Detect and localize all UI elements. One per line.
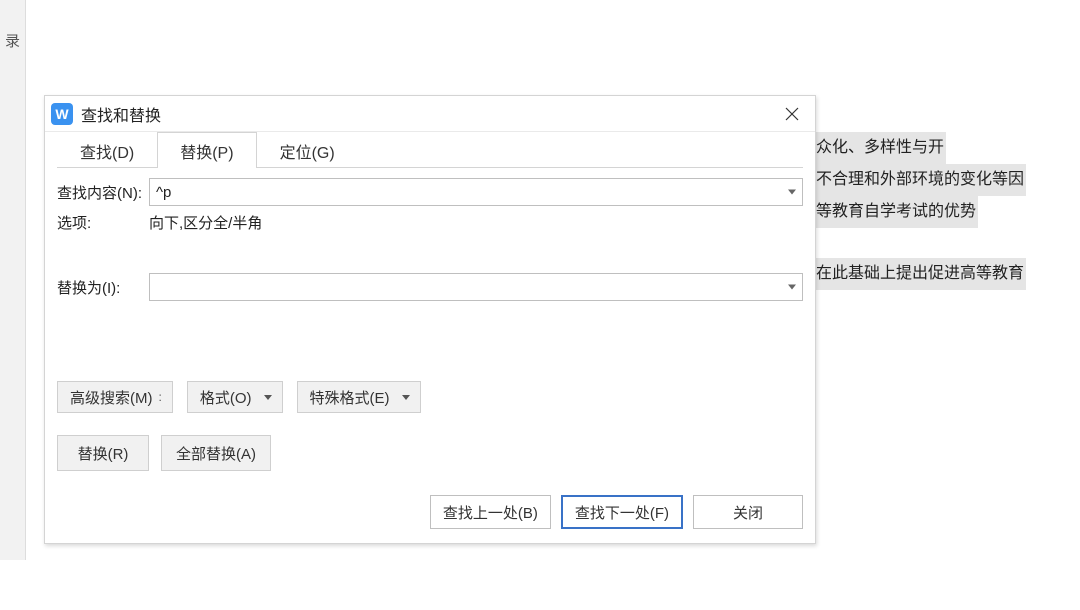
options-value: 向下,区分全/半角 [149, 212, 262, 233]
tab-replace[interactable]: 替换(P) [157, 132, 256, 168]
doc-text-line: 在此基础上提出促进高等教育 [814, 258, 1026, 290]
find-label: 查找内容(N): [57, 182, 149, 203]
find-input-value: ^p [156, 184, 171, 201]
left-sidebar: 录 [0, 0, 26, 560]
dialog-titlebar: W 查找和替换 [45, 96, 815, 132]
format-label: 格式(O) [200, 387, 252, 408]
tab-bar: 查找(D) 替换(P) 定位(G) [57, 132, 803, 168]
find-replace-dialog: W 查找和替换 查找(D) 替换(P) 定位(G) 查找内容(N): ^p 选项… [44, 95, 816, 544]
options-label: 选项: [57, 212, 149, 233]
tab-find[interactable]: 查找(D) [57, 132, 157, 168]
footer-row: 查找上一处(B) 查找下一处(F) 关闭 [57, 495, 803, 529]
find-prev-button[interactable]: 查找上一处(B) [430, 495, 551, 529]
special-format-button[interactable]: 特殊格式(E) [297, 381, 421, 413]
advanced-search-button[interactable]: 高级搜索(M) : [57, 381, 173, 413]
find-input[interactable]: ^p [149, 178, 803, 206]
close-button[interactable]: 关闭 [693, 495, 803, 529]
middle-button-row: 高级搜索(M) : 格式(O) 特殊格式(E) [57, 381, 803, 413]
doc-text-line: 等教育自学考试的优势 [814, 196, 978, 228]
dialog-title: 查找和替换 [81, 102, 777, 126]
chevron-down-icon[interactable] [788, 285, 796, 290]
chevron-down-icon[interactable] [788, 190, 796, 195]
close-icon[interactable] [777, 100, 807, 128]
replace-button[interactable]: 替换(R) [57, 435, 149, 471]
special-format-label: 特殊格式(E) [310, 387, 390, 408]
advanced-search-label: 高级搜索(M) [70, 387, 153, 408]
find-next-button[interactable]: 查找下一处(F) [561, 495, 683, 529]
chevron-down-icon [402, 395, 410, 400]
doc-text-line: 众化、多样性与开 [814, 132, 946, 164]
doc-text-line: 不合理和外部环境的变化等因 [814, 164, 1026, 196]
dropdown-indicator-icon: : [159, 390, 162, 404]
tab-goto[interactable]: 定位(G) [257, 132, 358, 168]
app-icon: W [51, 103, 73, 125]
sidebar-label: 录 [5, 33, 20, 50]
find-row: 查找内容(N): ^p [57, 178, 803, 206]
replace-input[interactable] [149, 273, 803, 301]
replace-label: 替换为(I): [57, 277, 149, 298]
chevron-down-icon [264, 395, 272, 400]
replace-row: 替换为(I): [57, 273, 803, 301]
replace-all-button[interactable]: 全部替换(A) [161, 435, 271, 471]
format-button[interactable]: 格式(O) [187, 381, 283, 413]
replace-button-row: 替换(R) 全部替换(A) [57, 435, 803, 471]
options-row: 选项: 向下,区分全/半角 [57, 212, 803, 233]
dialog-body: 查找(D) 替换(P) 定位(G) 查找内容(N): ^p 选项: 向下,区分全… [45, 132, 815, 543]
